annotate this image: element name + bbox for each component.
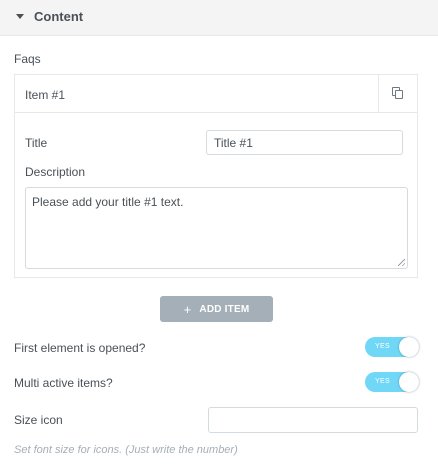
resize-grip-icon[interactable]: [398, 259, 405, 266]
repeater-item-title: Item #1: [25, 88, 66, 102]
toggle-state-text: YES: [375, 378, 390, 385]
first-opened-label: First element is opened?: [14, 341, 146, 355]
duplicate-button[interactable]: [378, 75, 417, 112]
size-icon-label: Size icon: [14, 413, 63, 427]
description-text: Please add your title #1 text.: [32, 195, 184, 209]
first-opened-toggle[interactable]: YES: [365, 337, 419, 357]
repeater-item-header[interactable]: Item #1: [15, 75, 417, 113]
faq-repeater-item: Item #1 Title Title #1 Description Pleas…: [14, 74, 418, 278]
toggle-knob: [399, 372, 419, 392]
section-title: Content: [34, 9, 84, 24]
multi-active-label: Multi active items?: [14, 376, 113, 390]
faqs-label: Faqs: [14, 52, 41, 66]
toggle-knob: [399, 337, 419, 357]
duplicate-icon: [392, 87, 404, 100]
description-textarea[interactable]: Please add your title #1 text.: [25, 187, 408, 269]
description-field-label: Description: [25, 165, 86, 179]
caret-down-icon: [16, 14, 24, 19]
toggle-state-text: YES: [375, 343, 390, 350]
title-input[interactable]: Title #1: [206, 130, 403, 155]
add-item-button[interactable]: + ADD ITEM: [160, 296, 273, 322]
size-icon-input[interactable]: [208, 407, 418, 433]
plus-icon: +: [183, 301, 192, 317]
content-section-header[interactable]: Content: [0, 0, 438, 36]
add-item-label: ADD ITEM: [199, 303, 250, 315]
title-field-label: Title: [25, 136, 48, 150]
size-icon-hint: Set font size for icons. (Just write the…: [14, 444, 238, 456]
multi-active-toggle[interactable]: YES: [365, 372, 419, 392]
